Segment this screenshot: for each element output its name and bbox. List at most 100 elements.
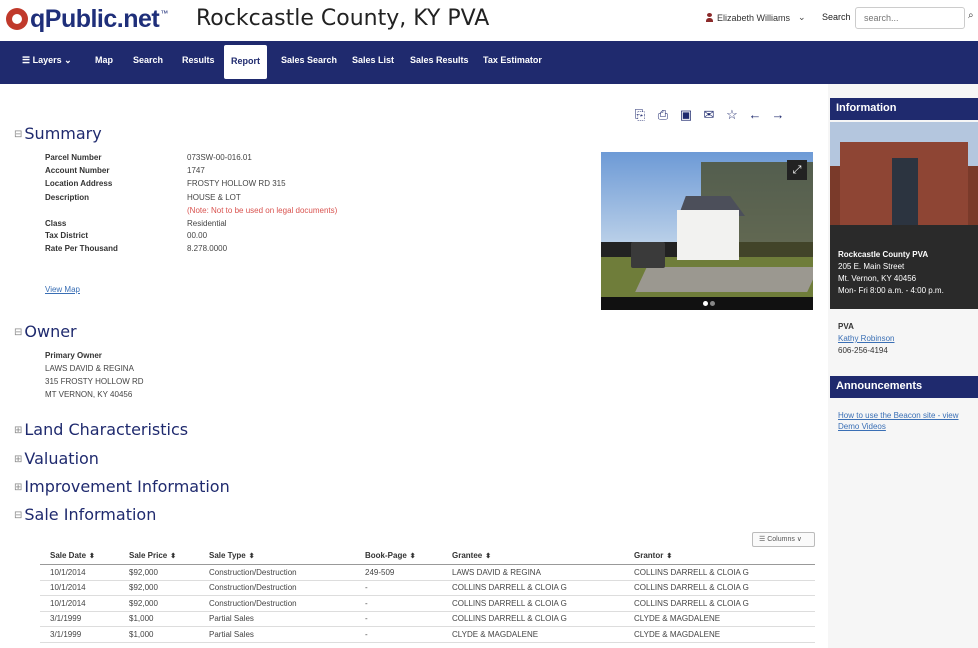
sale-price: $92,000 <box>119 595 199 612</box>
search-icon[interactable]: ⌕ <box>968 10 974 21</box>
sort-icon: ⬍ <box>666 553 673 560</box>
book-page: - <box>355 626 442 643</box>
information-header: Information <box>830 98 978 120</box>
class-value: Residential <box>187 219 227 228</box>
section-owner[interactable]: ⊟ Owner <box>14 322 77 341</box>
image-icon[interactable]: ▣ <box>676 107 696 123</box>
nav-sales-list[interactable]: Sales List <box>352 55 394 65</box>
site-title: Rockcastle County, KY PVA <box>196 6 490 31</box>
nav-map[interactable]: Map <box>95 55 113 65</box>
sale-type: Construction/Destruction <box>199 580 355 596</box>
column-header-label: Sale Date <box>50 551 87 560</box>
grantor: CLYDE & MAGDALENE <box>624 626 815 643</box>
sales-table: Sale Date ⬍ Sale Price ⬍ Sale Type ⬍ Book-P… <box>40 547 815 643</box>
photo-house <box>677 210 739 260</box>
qpublic-logo[interactable]: qPublic.net ™ <box>6 5 168 33</box>
view-map-link[interactable]: View Map <box>45 285 80 294</box>
pva-label: PVA <box>838 322 854 331</box>
office-address-line2: Mt. Vernon, KY 40456 <box>838 274 917 283</box>
building-entrance <box>892 158 918 226</box>
sale-price: $1,000 <box>119 611 199 627</box>
qpublic-logo-icon <box>6 8 28 30</box>
pva-name-link[interactable]: Kathy Robinson <box>838 333 894 345</box>
primary-owner-label: Primary Owner <box>45 351 102 360</box>
section-summary[interactable]: ⊟ Summary <box>14 124 102 143</box>
section-sale-information[interactable]: ⊟ Sale Information <box>14 505 156 524</box>
column-header[interactable]: Grantee ⬍ <box>442 547 624 565</box>
column-header[interactable]: Grantor ⬍ <box>624 547 815 565</box>
user-menu[interactable]: Elizabeth Williams ⌄ <box>706 12 806 23</box>
section-valuation-title: Valuation <box>24 449 99 468</box>
print-icon[interactable]: ⎙ <box>653 107 673 123</box>
book-page: - <box>355 595 442 612</box>
owner-line: LAWS DAVID & REGINA <box>45 364 134 373</box>
table-row: 3/1/1999 $1,000 Partial Sales - COLLINS … <box>40 611 815 627</box>
sale-price: $92,000 <box>119 580 199 596</box>
office-name: Rockcastle County PVA <box>838 250 929 259</box>
section-improvement-title: Improvement Information <box>24 477 230 496</box>
star-icon[interactable]: ☆ <box>722 107 742 123</box>
office-info-box: Rockcastle County PVA 205 E. Main Street… <box>830 225 978 309</box>
section-land-characteristics[interactable]: ⊞ Land Characteristics <box>14 420 188 439</box>
parcel-number-value: 073SW-00-016.01 <box>187 153 252 162</box>
section-improvement-information[interactable]: ⊞ Improvement Information <box>14 477 230 496</box>
user-icon <box>706 13 713 22</box>
column-header-label: Book-Page <box>365 551 407 560</box>
table-row: 10/1/2014 $92,000 Construction/Destructi… <box>40 564 815 581</box>
sort-icon: ⬍ <box>409 553 416 560</box>
nav-layers[interactable]: ☰ Layers ⌄ <box>22 55 72 66</box>
column-header-label: Grantor <box>634 551 664 560</box>
description-value: HOUSE & LOT <box>187 193 241 202</box>
pva-phone: 606-256-4194 <box>838 346 888 355</box>
nav-results[interactable]: Results <box>182 55 215 65</box>
arrow-right-icon[interactable]: → <box>768 107 788 123</box>
property-photo[interactable]: ⤢ <box>601 152 813 310</box>
table-row: 10/1/2014 $92,000 Construction/Destructi… <box>40 595 815 612</box>
sale-date: 3/1/1999 <box>40 626 119 643</box>
rate-per-thousand-label: Rate Per Thousand <box>45 244 118 253</box>
announcement-link[interactable]: How to use the Beacon site - view Demo V… <box>838 410 976 432</box>
column-header[interactable]: Book-Page ⬍ <box>355 547 442 565</box>
nav-tax-estimator[interactable]: Tax Estimator <box>483 55 542 65</box>
rate-per-thousand-value: 8.278.0000 <box>187 244 228 253</box>
sort-icon: ⬍ <box>248 553 255 560</box>
nav-search[interactable]: Search <box>133 55 163 65</box>
nav-report[interactable]: Report <box>224 45 267 79</box>
column-header-label: Sale Price <box>129 551 168 560</box>
section-land-title: Land Characteristics <box>24 420 189 439</box>
expand-icon[interactable]: ⤢ <box>787 160 807 180</box>
column-header[interactable]: Sale Type ⬍ <box>199 547 355 565</box>
description-note: (Note: Not to be used on legal documents… <box>187 206 338 215</box>
sort-icon: ⬍ <box>170 553 177 560</box>
column-header[interactable]: Sale Price ⬍ <box>119 547 199 565</box>
nav-sales-search[interactable]: Sales Search <box>281 55 337 65</box>
carousel-dot-active[interactable] <box>703 301 708 306</box>
nav-sales-results[interactable]: Sales Results <box>410 55 469 65</box>
table-row: 3/1/1999 $1,000 Partial Sales - CLYDE & … <box>40 626 815 643</box>
sale-date: 10/1/2014 <box>40 564 119 581</box>
grantor: COLLINS DARRELL & CLOIA G <box>624 580 815 596</box>
collapse-icon: ⊟ <box>14 327 23 338</box>
share-icon[interactable]: ⎘ <box>630 107 650 123</box>
sale-type: Construction/Destruction <box>199 564 355 581</box>
logo-trademark: ™ <box>160 9 169 18</box>
grantee: LAWS DAVID & REGINA <box>442 564 624 581</box>
search-input[interactable] <box>855 7 965 29</box>
logo-text: qPublic.net <box>30 4 160 33</box>
office-address-line1: 205 E. Main Street <box>838 262 905 271</box>
book-page: - <box>355 580 442 596</box>
column-header-label: Grantee <box>452 551 483 560</box>
column-header[interactable]: Sale Date ⬍ <box>40 547 119 565</box>
sort-icon: ⬍ <box>485 553 492 560</box>
carousel-dot[interactable] <box>710 301 715 306</box>
sale-price: $92,000 <box>119 564 199 581</box>
columns-button[interactable]: ☰ Columns ∨ <box>752 532 815 547</box>
class-label: Class <box>45 219 67 228</box>
grantee: CLYDE & MAGDALENE <box>442 626 624 643</box>
email-icon[interactable]: ✉ <box>699 107 719 123</box>
report-toolbar: ⎘ ⎙ ▣ ✉ ☆ ← → <box>630 107 791 123</box>
section-valuation[interactable]: ⊞ Valuation <box>14 449 99 468</box>
sale-type: Partial Sales <box>199 626 355 643</box>
sale-type: Partial Sales <box>199 611 355 627</box>
arrow-left-icon[interactable]: ← <box>745 107 765 123</box>
